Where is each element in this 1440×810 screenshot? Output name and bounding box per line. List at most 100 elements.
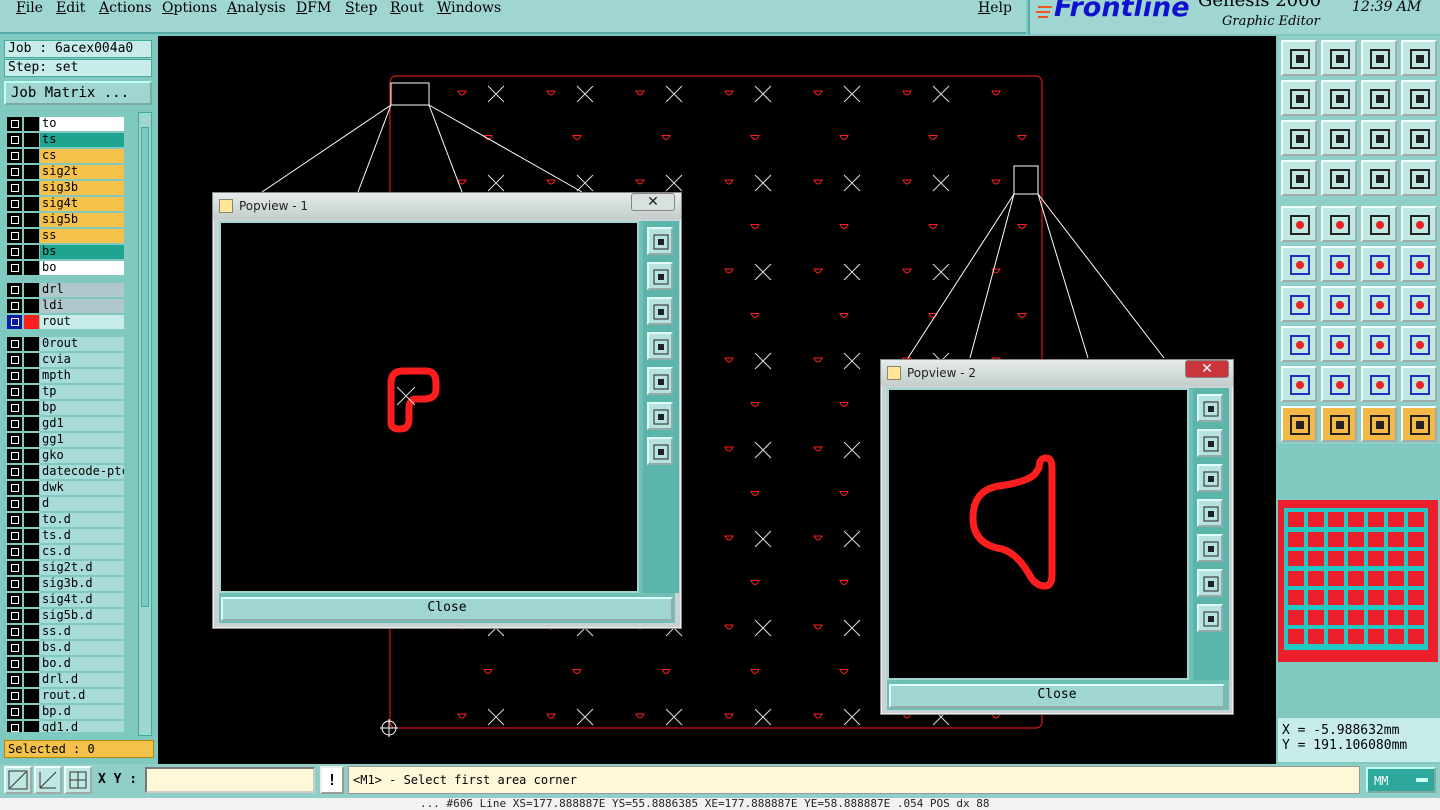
layer-checkbox[interactable] — [7, 529, 22, 543]
layer-name[interactable]: bo — [40, 261, 124, 275]
layer-name[interactable]: sig5b.d — [40, 609, 124, 623]
menu-analysis[interactable]: Analysis — [227, 0, 286, 16]
layer-color-swatch[interactable] — [24, 721, 39, 732]
pan-left-icon[interactable] — [647, 332, 673, 360]
layer-checkbox[interactable] — [7, 417, 22, 431]
layer-color-swatch[interactable] — [24, 673, 39, 687]
layer-color-swatch[interactable] — [24, 625, 39, 639]
layer-name[interactable]: sig4t.d — [40, 593, 124, 607]
layer-color-swatch[interactable] — [24, 417, 39, 431]
pan-right-icon[interactable] — [1197, 534, 1223, 562]
layer-name[interactable]: to — [40, 117, 124, 131]
layer-checkbox[interactable] — [7, 673, 22, 687]
zoom-window-icon[interactable] — [647, 402, 673, 430]
layer-name[interactable]: ss.d — [40, 625, 124, 639]
help-icon[interactable] — [1401, 120, 1437, 156]
ruler-icon[interactable] — [1361, 206, 1397, 242]
triangle-a-icon[interactable] — [1281, 366, 1317, 402]
layer-checkbox[interactable] — [7, 197, 22, 211]
layer-name[interactable]: sig5b — [40, 213, 124, 227]
layer-checkbox[interactable] — [7, 593, 22, 607]
zoom-out-icon[interactable] — [1361, 40, 1397, 76]
layer-name[interactable]: tp — [40, 385, 124, 399]
layer-color-swatch[interactable] — [24, 181, 39, 195]
job-matrix-button[interactable]: Job Matrix ... — [4, 81, 152, 105]
pointer-path-icon[interactable] — [1401, 406, 1437, 442]
layer-row-bp[interactable]: bp — [4, 400, 126, 415]
layer-row-rout[interactable]: rout — [4, 314, 126, 329]
layer-row-bs[interactable]: bs — [4, 244, 126, 259]
layer-color-swatch[interactable] — [24, 337, 39, 351]
menu-rout[interactable]: Rout — [390, 0, 424, 16]
popview-2-close-button[interactable]: Close — [889, 684, 1225, 708]
layer-row-drl[interactable]: drl — [4, 282, 126, 297]
layer-checkbox[interactable] — [7, 283, 22, 297]
layer-row-to-d[interactable]: to.d — [4, 512, 126, 527]
layer-name[interactable]: cs — [40, 149, 124, 163]
line-draw-icon[interactable] — [1321, 286, 1357, 322]
pan-right-icon[interactable] — [647, 367, 673, 395]
layer-name[interactable]: drl — [40, 283, 124, 297]
layer-color-swatch[interactable] — [24, 513, 39, 527]
layer-row-sig5b-d[interactable]: sig5b.d — [4, 608, 126, 623]
layer-name[interactable]: gko — [40, 449, 124, 463]
layer-row-sig2t[interactable]: sig2t — [4, 164, 126, 179]
layer-name[interactable]: ldi — [40, 299, 124, 313]
layer-checkbox[interactable] — [7, 117, 22, 131]
layer-row-bp-d[interactable]: bp.d — [4, 704, 126, 719]
layer-checkbox[interactable] — [7, 433, 22, 447]
layer-row-dwk[interactable]: dwk — [4, 480, 126, 495]
alert-button[interactable]: ! — [320, 766, 344, 794]
layer-checkbox[interactable] — [7, 625, 22, 639]
layer-row-drl-d[interactable]: drl.d — [4, 672, 126, 687]
layer-row-datecode-ptc[interactable]: datecode-ptc — [4, 464, 126, 479]
layer-row-gd1[interactable]: gd1 — [4, 416, 126, 431]
line-feature-icon[interactable] — [1361, 246, 1397, 282]
layer-checkbox[interactable] — [7, 165, 22, 179]
layer-name[interactable]: bp — [40, 401, 124, 415]
pan-center-icon[interactable] — [1361, 80, 1397, 116]
layer-color-swatch[interactable] — [24, 385, 39, 399]
popview-2-screen[interactable] — [887, 388, 1189, 680]
layer-row-sig4t-d[interactable]: sig4t.d — [4, 592, 126, 607]
scale-1to2-icon[interactable] — [1361, 120, 1397, 156]
zoom-out-icon[interactable] — [647, 297, 673, 325]
layer-row-sig4t[interactable]: sig4t — [4, 196, 126, 211]
pointer-box-icon[interactable] — [1321, 406, 1357, 442]
redraw-icon[interactable] — [1401, 80, 1437, 116]
layer-name[interactable]: sig4t — [40, 197, 124, 211]
layer-row-sig2t-d[interactable]: sig2t.d — [4, 560, 126, 575]
snap-mode-icon[interactable] — [4, 766, 32, 794]
fit-icon[interactable] — [647, 227, 673, 255]
pointer-icon[interactable] — [1281, 406, 1317, 442]
layer-color-swatch[interactable] — [24, 545, 39, 559]
zoom-area-icon[interactable] — [1401, 40, 1437, 76]
layer-checkbox[interactable] — [7, 465, 22, 479]
popview-2-close-icon[interactable]: ✕ — [1185, 360, 1229, 378]
layer-color-swatch[interactable] — [24, 433, 39, 447]
layer-color-swatch[interactable] — [24, 149, 39, 163]
snap-icon[interactable] — [1321, 160, 1357, 196]
pan-left-icon[interactable] — [1281, 80, 1317, 116]
split-icon[interactable] — [1321, 326, 1357, 362]
triangle-c-icon[interactable] — [1361, 366, 1397, 402]
layer-row-bo-d[interactable]: bo.d — [4, 656, 126, 671]
layer-checkbox[interactable] — [7, 497, 22, 511]
layer-name[interactable]: d — [40, 497, 124, 511]
layer-color-swatch[interactable] — [24, 261, 39, 275]
center-icon[interactable] — [1197, 604, 1223, 632]
layer-row-ss-d[interactable]: ss.d — [4, 624, 126, 639]
layer-row-tp[interactable]: tp — [4, 384, 126, 399]
layer-row-bs-d[interactable]: bs.d — [4, 640, 126, 655]
zoom-in-icon[interactable] — [1321, 40, 1357, 76]
layer-name[interactable]: bo.d — [40, 657, 124, 671]
layer-checkbox[interactable] — [7, 229, 22, 243]
layer-name[interactable]: gd1 — [40, 417, 124, 431]
layer-name[interactable]: ts — [40, 133, 124, 147]
layer-color-swatch[interactable] — [24, 133, 39, 147]
layer-checkbox[interactable] — [7, 315, 22, 329]
layer-checkbox[interactable] — [7, 369, 22, 383]
layer-checkbox[interactable] — [7, 561, 22, 575]
layer-checkbox[interactable] — [7, 481, 22, 495]
layer-checkbox[interactable] — [7, 721, 22, 732]
